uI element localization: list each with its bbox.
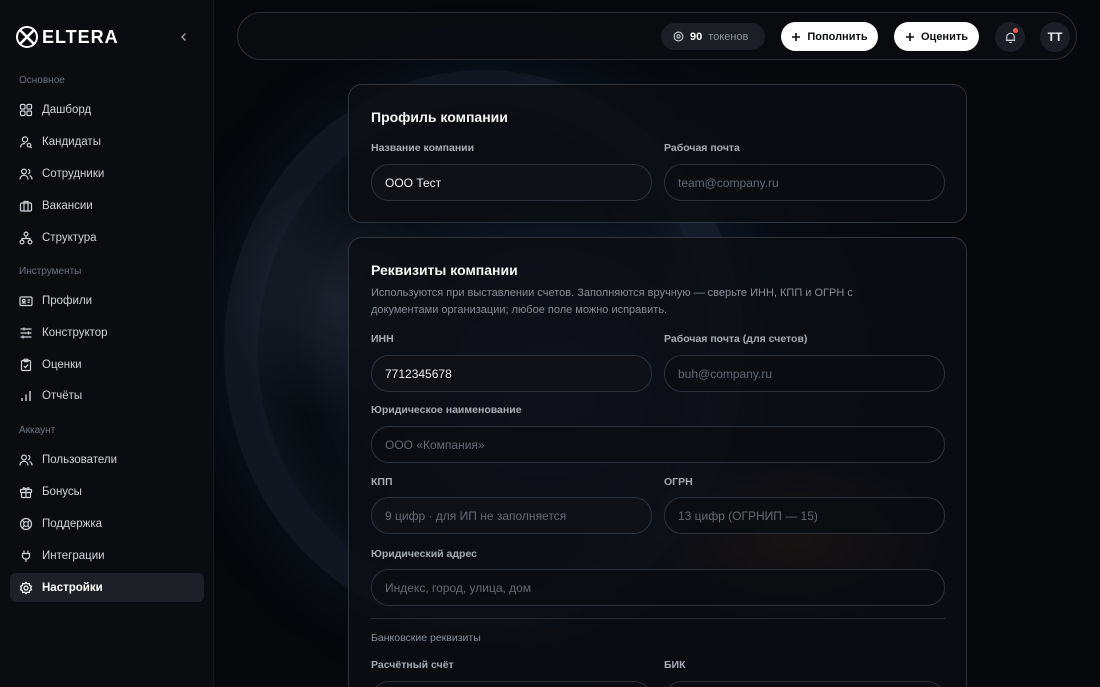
- hierarchy-icon: [19, 231, 33, 245]
- sidebar-item-candidates[interactable]: Кандидаты: [10, 127, 204, 156]
- sidebar-item-label: Интеграции: [42, 549, 105, 562]
- notifications-button[interactable]: [995, 22, 1025, 52]
- sidebar-item-settings[interactable]: Настройки: [10, 573, 204, 602]
- sidebar: ELTERA Основное Дашборд Кандидаты Сотруд…: [0, 0, 214, 687]
- chevron-left-icon: [181, 33, 186, 41]
- company-requisites-card: Реквизиты компании Используются при выст…: [348, 237, 967, 687]
- sidebar-item-constructor[interactable]: Конструктор: [10, 318, 204, 347]
- kpp-input[interactable]: [371, 497, 652, 534]
- sidebar-item-profiles[interactable]: Профили: [10, 286, 204, 315]
- bank-details-heading: Банковские реквизиты: [371, 632, 481, 644]
- plus-icon: [906, 32, 914, 41]
- bar-chart-icon: [21, 390, 31, 401]
- account-label: Расчётный счёт: [371, 659, 454, 671]
- bik-input[interactable]: [664, 681, 945, 687]
- sidebar-item-structure[interactable]: Структура: [10, 223, 204, 252]
- bik-label: БИК: [664, 659, 686, 671]
- sidebar-item-label: Пользователи: [42, 453, 118, 466]
- sidebar-item-reports[interactable]: Отчёты: [10, 381, 204, 410]
- gift-icon: [19, 486, 33, 498]
- coin-icon: [673, 31, 684, 42]
- billing-email-label: Рабочая почта (для счетов): [664, 333, 808, 345]
- sidebar-item-label: Структура: [42, 231, 97, 244]
- nav-section-main: Основное: [19, 75, 65, 86]
- sidebar-item-label: Вакансии: [42, 199, 93, 212]
- briefcase-icon: [19, 200, 33, 212]
- clipboard-check-icon: [20, 358, 32, 371]
- ogrn-label: ОГРН: [664, 476, 693, 488]
- work-email-input[interactable]: [664, 164, 945, 201]
- token-label: токенов: [708, 30, 749, 43]
- sidebar-item-label: Кандидаты: [42, 135, 101, 148]
- account-input[interactable]: [371, 681, 652, 687]
- sidebar-item-assessments[interactable]: Оценки: [10, 350, 204, 379]
- card-title: Профиль компании: [371, 109, 508, 125]
- users-icon: [19, 167, 33, 180]
- users-icon: [19, 453, 33, 466]
- sidebar-item-label: Дашборд: [42, 103, 92, 116]
- token-balance[interactable]: 90 токенов: [661, 23, 765, 50]
- inn-input[interactable]: [371, 355, 652, 392]
- sidebar-item-label: Настройки: [42, 581, 103, 594]
- section-divider: [371, 618, 945, 619]
- grid-icon: [19, 103, 33, 116]
- billing-email-input[interactable]: [664, 355, 945, 392]
- sidebar-collapse-button[interactable]: [174, 27, 194, 47]
- sidebar-item-label: Поддержка: [42, 517, 102, 530]
- id-card-icon: [19, 295, 33, 306]
- inn-label: ИНН: [371, 333, 394, 345]
- legal-address-label: Юридический адрес: [371, 548, 477, 560]
- token-count: 90: [690, 30, 703, 43]
- plug-icon: [21, 550, 31, 562]
- work-email-label: Рабочая почта: [664, 142, 740, 154]
- user-avatar[interactable]: TT: [1040, 22, 1070, 52]
- sliders-icon: [20, 327, 32, 338]
- rate-button-label: Оценить: [921, 30, 968, 43]
- sidebar-item-label: Отчёты: [42, 389, 83, 402]
- sidebar-item-bonuses[interactable]: Бонусы: [10, 477, 204, 506]
- sidebar-item-users[interactable]: Пользователи: [10, 445, 204, 474]
- lifebuoy-icon: [19, 517, 33, 530]
- user-search-icon: [19, 135, 33, 148]
- avatar-initials: TT: [1047, 30, 1063, 44]
- card-title: Реквизиты компании: [371, 262, 518, 278]
- notification-dot: [1013, 28, 1018, 33]
- legal-address-input[interactable]: [371, 569, 945, 606]
- company-name-label: Название компании: [371, 142, 475, 154]
- nav-section-tools: Инструменты: [19, 266, 82, 277]
- company-name-input[interactable]: [371, 164, 652, 201]
- gear-icon: [19, 580, 33, 595]
- kpp-label: КПП: [371, 476, 393, 488]
- sidebar-item-label: Конструктор: [42, 326, 108, 339]
- sidebar-item-employees[interactable]: Сотрудники: [10, 159, 204, 188]
- topup-button[interactable]: Пополнить: [781, 22, 878, 51]
- sidebar-item-label: Бонусы: [42, 485, 82, 498]
- ogrn-input[interactable]: [664, 497, 945, 534]
- plus-icon: [792, 32, 801, 41]
- eltera-logo-icon: [16, 26, 38, 48]
- company-profile-card: Профиль компании Название компании Рабоч…: [348, 84, 967, 223]
- sidebar-item-support[interactable]: Поддержка: [10, 509, 204, 538]
- sidebar-item-integrations[interactable]: Интеграции: [10, 541, 204, 570]
- nav-section-account: Аккаунт: [19, 425, 56, 436]
- sidebar-item-label: Профили: [42, 294, 93, 307]
- brand-logo[interactable]: ELTERA: [16, 25, 119, 49]
- legal-name-input[interactable]: [371, 426, 945, 463]
- sidebar-item-label: Оценки: [42, 358, 82, 371]
- top-bar: 90 токенов Пополнить Оценить TT: [237, 12, 1077, 60]
- rate-button[interactable]: Оценить: [894, 22, 979, 51]
- card-description: Используются при выставлении счетов. Зап…: [371, 287, 853, 316]
- legal-name-label: Юридическое наименование: [371, 404, 522, 416]
- topup-button-label: Пополнить: [807, 30, 868, 43]
- sidebar-item-label: Сотрудники: [42, 167, 105, 180]
- sidebar-item-vacancies[interactable]: Вакансии: [10, 191, 204, 220]
- app-root: ELTERA Основное Дашборд Кандидаты Сотруд…: [0, 0, 1100, 687]
- sidebar-item-dashboard[interactable]: Дашборд: [10, 95, 204, 124]
- brand-name: ELTERA: [42, 26, 119, 47]
